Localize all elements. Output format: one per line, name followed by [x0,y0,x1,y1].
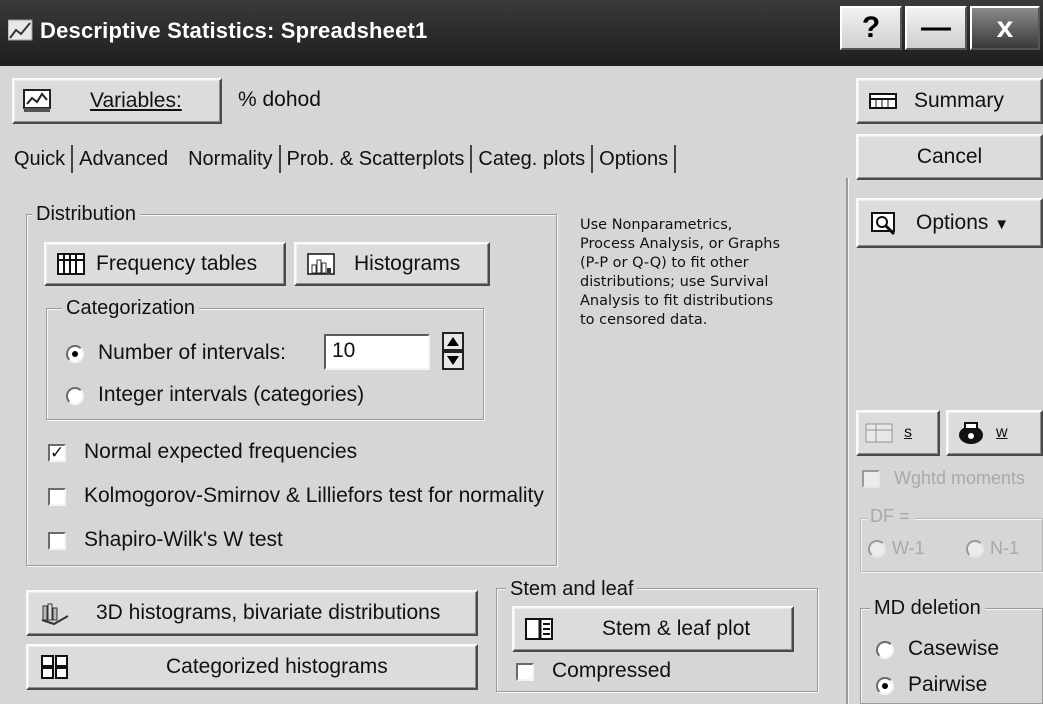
note-line: Analysis to fit distributions [580,293,774,309]
wghtd-moments-label: Wghtd moments [894,468,1026,488]
3d-histograms-label: 3D histograms, bivariate distributions [96,601,441,624]
summary-button[interactable]: Summary [856,78,1043,124]
help-button[interactable]: ? [840,6,902,50]
df-w1-label: W-1 [892,538,925,558]
categorized-histograms-button[interactable]: Categorized histograms [26,644,478,690]
intervals-spinner[interactable] [442,332,464,370]
tab-quick[interactable]: Quick [14,145,74,173]
3d-histogram-icon [41,603,69,626]
window-title: Descriptive Statistics: Spreadsheet1 [40,18,428,43]
compressed-checkbox[interactable] [516,663,534,681]
stem-leaf-plot-button[interactable]: Stem & leaf plot [512,606,794,652]
note-line: (P-P or Q-Q) to fit other [580,255,749,271]
histogram-icon [307,253,335,275]
df-n1-radio[interactable] [966,540,984,558]
number-of-intervals-radio[interactable] [66,345,84,363]
dropdown-arrow-icon: ▼ [994,216,1010,233]
histograms-button[interactable]: Histograms [294,242,490,286]
wghtd-moments-checkbox[interactable] [862,470,880,488]
weight-icon [959,422,983,444]
tab-categ-plots[interactable]: Categ. plots [472,145,594,173]
tab-strip: Quick Advanced Normality Prob. & Scatterplo… [14,145,677,179]
categorized-histograms-label: Categorized histograms [166,655,388,678]
pairwise-label: Pairwise [908,673,988,696]
integer-intervals-label: Integer intervals (categories) [98,383,365,406]
df-title: DF = [866,506,914,527]
normal-expected-label: Normal expected frequencies [84,440,358,463]
shapiro-wilk-checkbox[interactable] [48,532,66,550]
s-label: s [904,424,912,441]
options-button[interactable]: Options ▼ [856,198,1043,248]
note-line: Process Analysis, or Graphs [580,236,781,252]
3d-histograms-button[interactable]: 3D histograms, bivariate distributions [26,590,478,636]
title-bar: Descriptive Statistics: Spreadsheet1 ? —… [0,0,1043,66]
minimize-button[interactable]: — [905,6,967,50]
spinner-arrows-icon [442,332,464,370]
options-label: Options [916,211,989,234]
note-line: Use Nonparametrics, [580,217,733,233]
normal-expected-checkbox[interactable]: ✓ [48,444,66,462]
categorized-grid-icon [41,655,68,679]
note-line: distributions; use Survival [580,274,769,290]
variables-value: % dohod [238,88,321,111]
pairwise-radio[interactable] [876,677,894,695]
df-w1-radio[interactable] [868,540,886,558]
md-deletion-title: MD deletion [870,597,985,620]
histograms-label: Histograms [354,252,461,275]
frequency-tables-button[interactable]: Frequency tables [44,242,286,286]
tab-prob-scatterplots[interactable]: Prob. & Scatterplots [281,145,473,173]
tab-normality[interactable]: Normality [174,145,281,173]
distribution-title: Distribution [32,203,141,226]
integer-intervals-radio[interactable] [66,387,84,405]
number-of-intervals-input[interactable]: 10 [324,334,430,370]
cancel-label: Cancel [916,145,983,168]
app-icon [8,19,33,41]
variables-icon [23,89,51,112]
summary-table-icon [869,93,897,109]
close-button[interactable]: x [970,6,1040,50]
fitting-note: Use Nonparametrics, Process Analysis, or… [580,216,835,330]
variables-label: Variables: [90,89,182,112]
table-icon [57,253,85,275]
ks-lilliefors-label: Kolmogorov-Smirnov & Lilliefors test for… [84,484,544,507]
stem-leaf-icon [525,618,553,640]
summary-label: Summary [914,89,1004,112]
tab-options[interactable]: Options [593,145,677,173]
s-table-icon [865,423,893,443]
df-n1-label: N-1 [990,538,1020,558]
stem-leaf-title: Stem and leaf [506,578,638,601]
right-panel-divider [846,178,848,704]
casewise-label: Casewise [908,637,1000,660]
casewise-radio[interactable] [876,641,894,659]
shapiro-wilk-label: Shapiro-Wilk's W test [84,528,283,551]
ks-lilliefors-checkbox[interactable] [48,488,66,506]
options-icon [871,212,896,236]
w-label: w [996,424,1008,441]
variables-button[interactable]: Variables: [12,78,222,124]
compressed-label: Compressed [552,659,672,682]
number-of-intervals-label: Number of intervals: [98,341,286,364]
w-button[interactable]: w [946,410,1043,456]
s-button[interactable]: s [856,410,940,456]
frequency-tables-label: Frequency tables [96,252,258,275]
stem-leaf-plot-label: Stem & leaf plot [602,617,751,640]
tab-advanced[interactable]: Advanced [73,145,174,173]
cancel-button[interactable]: Cancel [856,134,1043,180]
categorization-title: Categorization [62,297,199,320]
note-line: to censored data. [580,312,708,328]
